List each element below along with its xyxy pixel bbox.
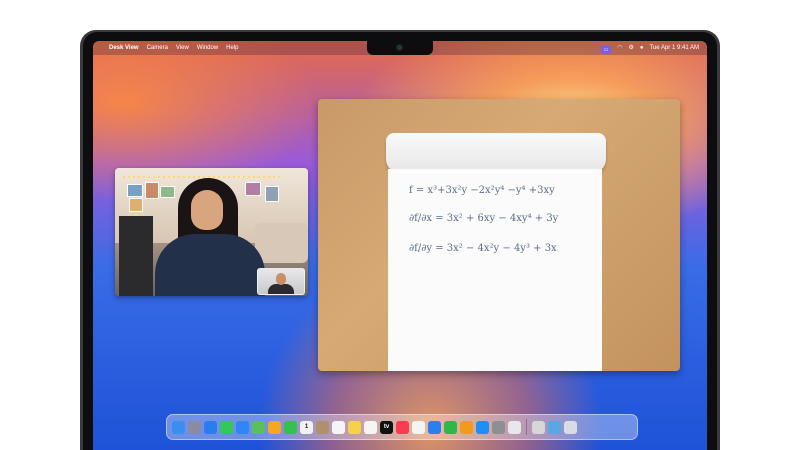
self-view-body [268,284,294,294]
caller-body [155,234,265,296]
menu-item-view[interactable]: View [176,41,189,55]
menu-app-name[interactable]: Desk View [109,41,139,55]
reminders-icon[interactable] [332,420,345,434]
photos-icon[interactable] [268,420,281,434]
facetime-icon[interactable] [284,420,297,434]
self-view-thumbnail[interactable] [257,268,305,295]
room-couch [255,223,308,263]
tv-icon[interactable]: tv [380,420,393,434]
app-store-icon[interactable] [476,420,489,434]
screen-sharing-status-icon[interactable]: ▭ [600,45,612,54]
notepad-binding [386,133,606,173]
wall-photo [245,182,261,196]
calendar-icon[interactable]: 1 [300,420,313,434]
equation-line: ∂f/∂y = 3x² − 4x²y − 4y³ + 3x [409,243,557,254]
menu-item-camera[interactable]: Camera [147,41,168,55]
launchpad-icon[interactable] [188,420,201,434]
self-view-head [276,273,286,285]
wifi-icon[interactable]: ◠ [617,41,622,55]
menu-item-help[interactable]: Help [226,41,238,55]
wall-photo [265,186,279,202]
dock-separator [526,419,527,435]
mail-icon[interactable] [236,420,249,434]
facetime-window[interactable] [115,168,308,296]
control-center-icon[interactable]: ⚙ [629,41,634,55]
finder-icon[interactable] [172,420,185,434]
preview-icon[interactable] [532,420,545,434]
equation-line: ∂f/∂x = 3x² + 6xy − 4xy⁴ + 3y [409,213,559,224]
downloads-folder-icon[interactable] [548,420,561,434]
equation-line: f = x³+3x²y −2x²y⁴ −y⁴ +3xy [409,185,555,196]
notepad-page: f = x³+3x²y −2x²y⁴ −y⁴ +3xy ∂f/∂x = 3x² … [388,169,602,371]
music-icon[interactable] [396,420,409,434]
wall-photo [129,198,143,212]
keynote-icon[interactable] [428,420,441,434]
news-icon[interactable] [412,420,425,434]
contacts-icon[interactable] [316,420,329,434]
user-icon[interactable]: ● [640,41,644,55]
system-settings-icon[interactable] [492,420,505,434]
menu-item-window[interactable]: Window [197,41,218,55]
desk-view-window[interactable]: f = x³+3x²y −2x²y⁴ −y⁴ +3xy ∂f/∂x = 3x² … [318,99,680,371]
wall-photo [160,186,175,198]
room-shelf [119,216,153,296]
wall-photo [145,182,159,199]
trash-icon[interactable] [564,420,577,434]
freeform-icon[interactable] [364,420,377,434]
maps-icon[interactable] [252,420,265,434]
numbers-icon[interactable] [444,420,457,434]
clock-text[interactable]: Tue Apr 1 9:41 AM [650,41,699,55]
dock: 1 tv [166,414,638,440]
screen: Desk View Camera View Window Help ▭ ◠ ⚙ … [93,41,707,450]
pages-icon[interactable] [460,420,473,434]
iphone-mirroring-icon[interactable] [508,420,521,434]
messages-icon[interactable] [220,420,233,434]
camera-icon [397,45,402,50]
wall-photo [127,184,143,197]
safari-icon[interactable] [204,420,217,434]
camera-notch [367,41,433,55]
notes-icon[interactable] [348,420,361,434]
caller-face [191,190,223,230]
